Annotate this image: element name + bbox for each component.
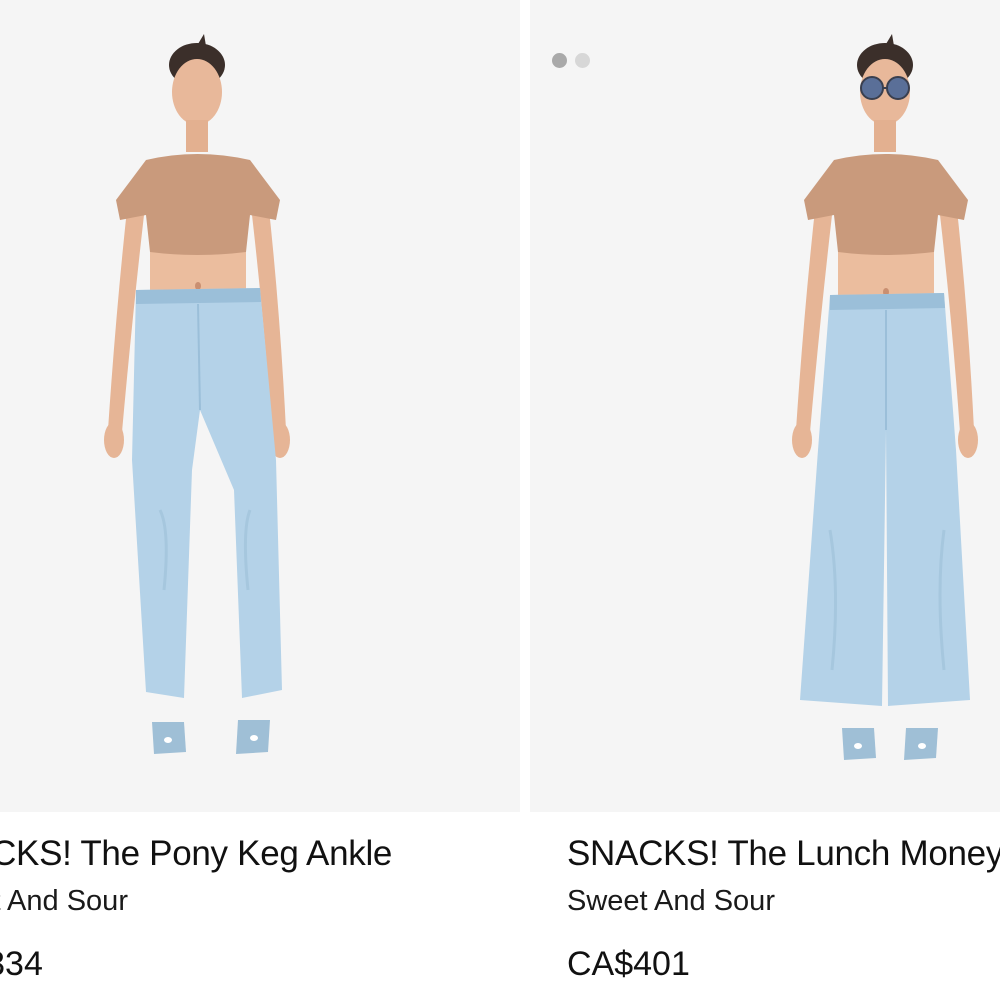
product-title[interactable]: SNACKS! The Lunch Money bbox=[567, 830, 1000, 878]
carousel-dot-2[interactable] bbox=[575, 53, 590, 68]
product-price: CA$334 bbox=[0, 945, 43, 983]
product-color: Sweet And Sour bbox=[567, 885, 775, 917]
product-info: SNACKS! The Pony Keg Ankle Sweet And Sou… bbox=[0, 830, 392, 988]
product-color: Sweet And Sour bbox=[0, 885, 128, 917]
product-grid: SNACKS! The Pony Keg Ankle Sweet And Sou… bbox=[0, 0, 1000, 1000]
product-image[interactable] bbox=[0, 0, 520, 812]
product-image[interactable] bbox=[530, 0, 1000, 812]
product-price: CA$401 bbox=[567, 945, 690, 983]
product-card-lunch-money[interactable]: SNACKS! The Lunch Money Sweet And Sour C… bbox=[530, 0, 1000, 1000]
carousel-indicator[interactable] bbox=[552, 53, 590, 68]
model-figure bbox=[792, 34, 978, 760]
model-figure bbox=[104, 34, 290, 754]
product-info: SNACKS! The Lunch Money Sweet And Sour C… bbox=[567, 830, 1000, 988]
product-title[interactable]: SNACKS! The Pony Keg Ankle bbox=[0, 830, 392, 878]
carousel-dot-1[interactable] bbox=[552, 53, 567, 68]
grid-gutter bbox=[520, 0, 530, 1000]
product-card-pony-keg[interactable]: SNACKS! The Pony Keg Ankle Sweet And Sou… bbox=[0, 0, 520, 1000]
